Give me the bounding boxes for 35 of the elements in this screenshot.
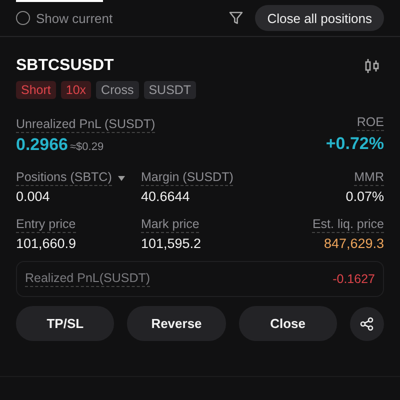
info-tag: SUSDT bbox=[144, 81, 196, 99]
radio-button[interactable] bbox=[16, 11, 30, 25]
stat-label: Est. liq. price bbox=[312, 217, 384, 233]
stat-value: 0.004 bbox=[16, 189, 50, 204]
dropdown-caret-icon[interactable] bbox=[118, 176, 125, 180]
stat-label: Entry price bbox=[16, 217, 76, 233]
stat-value: 847,629.3 bbox=[324, 236, 384, 251]
candlestick-icon[interactable] bbox=[364, 59, 380, 73]
show-current-label: Show current bbox=[36, 10, 113, 26]
info-tag: Cross bbox=[96, 81, 139, 99]
filter-icon[interactable] bbox=[229, 11, 244, 25]
stat-label[interactable]: Positions (SBTC) bbox=[16, 170, 112, 186]
action-button[interactable]: TP/SL bbox=[16, 306, 114, 341]
action-button[interactable]: Close bbox=[238, 306, 337, 341]
share-button[interactable] bbox=[350, 306, 384, 340]
stat-value: 101,660.9 bbox=[16, 236, 76, 251]
action-button[interactable]: Reverse bbox=[127, 306, 226, 341]
position-tag: Short bbox=[16, 81, 56, 99]
unrealized-pnl-label: Unrealized PnL (SUSDT) bbox=[16, 117, 156, 133]
approx-usd-value: ≈$0.29 bbox=[70, 141, 104, 153]
position-tag: 10x bbox=[60, 81, 92, 99]
symbol-title: SBTCSUSDT bbox=[16, 57, 114, 75]
stat-label: MMR bbox=[354, 170, 384, 186]
stat-label: Margin (SUSDT) bbox=[141, 170, 234, 186]
roe-label: ROE bbox=[356, 115, 384, 131]
stat-label: Mark price bbox=[141, 217, 200, 233]
stat-value: 0.07% bbox=[346, 189, 384, 204]
stat-value: 101,595.2 bbox=[141, 236, 202, 251]
stat-value: 40.6644 bbox=[141, 189, 190, 204]
roe-value: +0.72% bbox=[326, 134, 384, 154]
realized-pnl-label: Realized PnL(SUSDT) bbox=[25, 271, 150, 287]
share-icon bbox=[360, 316, 374, 330]
realized-pnl-value: -0.1627 bbox=[332, 272, 375, 286]
close-all-positions-button[interactable]: Close all positions bbox=[255, 5, 384, 31]
unrealized-pnl-value: 0.2966 bbox=[16, 135, 68, 155]
